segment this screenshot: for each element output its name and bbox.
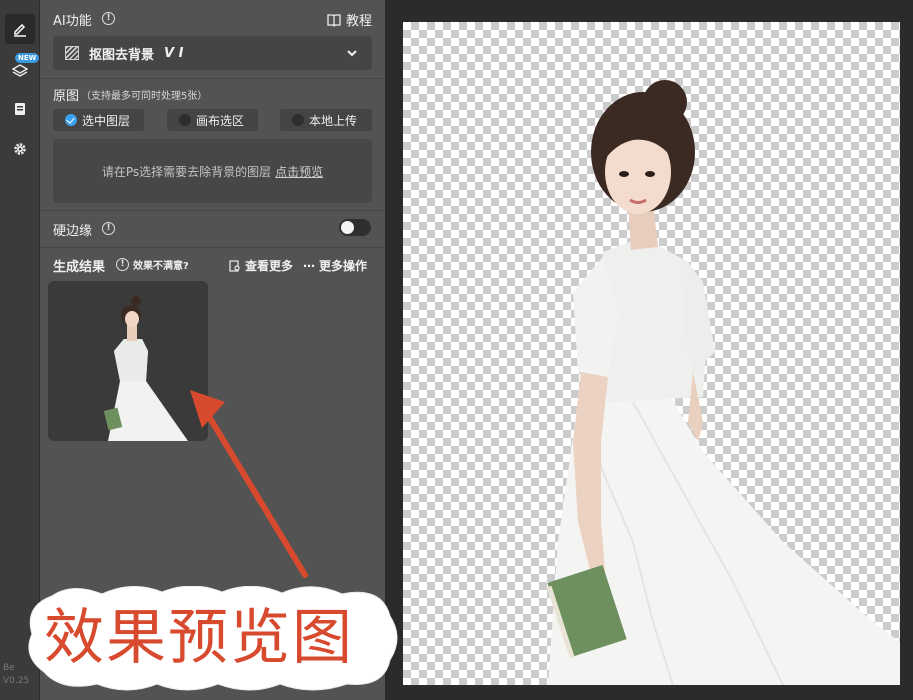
option-local-upload[interactable]: 本地上传 bbox=[280, 109, 372, 131]
info-icon[interactable]: ! bbox=[102, 12, 115, 25]
ai-section: AI功能 ! 教程 抠图去背景 V I bbox=[40, 0, 385, 79]
function-label: 抠图去背景 bbox=[89, 47, 155, 63]
radio-icon bbox=[179, 114, 191, 126]
function-version: V I bbox=[164, 45, 184, 61]
function-dropdown[interactable]: 抠图去背景 V I bbox=[53, 36, 372, 70]
unsatisfied-link[interactable]: ! 效果不满意? bbox=[116, 257, 189, 272]
option-selected-layer[interactable]: 选中图层 bbox=[53, 109, 144, 131]
hard-edge-toggle[interactable] bbox=[339, 219, 371, 236]
source-hint: （支持最多可同时处理5张） bbox=[81, 91, 208, 102]
edit-icon bbox=[14, 23, 26, 37]
tutorial-link[interactable]: 教程 bbox=[327, 10, 372, 29]
toggle-knob bbox=[341, 221, 354, 234]
list-search-icon bbox=[229, 259, 240, 272]
result-title: 生成结果 bbox=[53, 260, 106, 275]
gear-icon bbox=[14, 143, 26, 155]
hard-edge-section: 硬边缘 ! bbox=[40, 211, 385, 248]
transparent-canvas[interactable] bbox=[403, 22, 900, 685]
ai-title: AI功能 bbox=[53, 14, 92, 29]
annotation-text: 效果预览图 bbox=[44, 603, 354, 673]
edit-tool-button[interactable] bbox=[5, 14, 35, 44]
annotation-arrow bbox=[190, 390, 308, 578]
new-badge: NEW bbox=[15, 53, 40, 63]
radio-checked-icon bbox=[65, 114, 77, 126]
more-actions-button[interactable]: ⋯ 更多操作 bbox=[303, 257, 367, 274]
notes-icon bbox=[15, 103, 25, 115]
view-more-button[interactable]: 查看更多 bbox=[229, 257, 293, 274]
preview-link[interactable]: 点击预览 bbox=[275, 163, 323, 180]
cutout-image bbox=[546, 80, 900, 685]
notes-tool-button[interactable] bbox=[5, 94, 35, 124]
info-icon: ! bbox=[116, 258, 129, 271]
source-dropzone[interactable]: 请在Ps选择需要去除背景的图层 点击预览 bbox=[53, 139, 372, 203]
settings-tool-button[interactable] bbox=[5, 134, 35, 164]
radio-icon bbox=[292, 114, 304, 126]
cutout-icon bbox=[65, 46, 79, 60]
more-dots-icon: ⋯ bbox=[303, 258, 315, 273]
book-icon bbox=[327, 13, 341, 27]
option-canvas-selection[interactable]: 画布选区 bbox=[167, 109, 258, 131]
info-icon[interactable]: ! bbox=[102, 222, 115, 235]
source-title: 原图 bbox=[53, 89, 80, 104]
hard-edge-title: 硬边缘 bbox=[53, 224, 93, 239]
chevron-down-icon bbox=[347, 50, 357, 57]
layers-icon bbox=[12, 64, 28, 77]
